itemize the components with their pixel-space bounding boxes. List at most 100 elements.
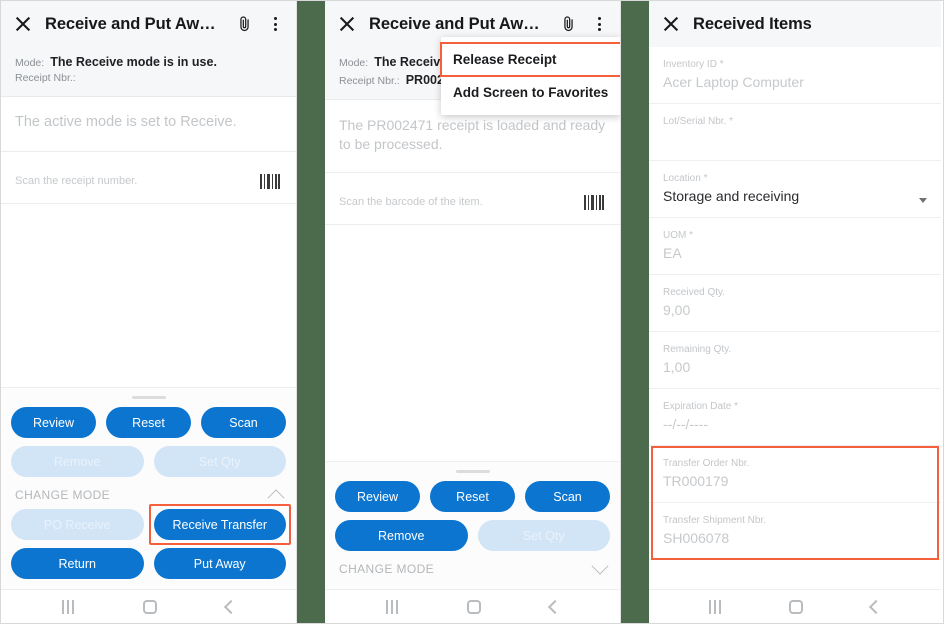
- overflow-menu-button-panel1[interactable]: [266, 14, 284, 34]
- phone-panel-3: Received Items Inventory ID * Acer Lapto…: [649, 1, 941, 623]
- mode-row-panel1: Mode: The Receive mode is in use.: [15, 53, 282, 71]
- overflow-menu-button-panel2[interactable]: [590, 14, 608, 34]
- close-button-panel1[interactable]: [13, 14, 33, 34]
- paperclip-icon: [564, 15, 573, 31]
- set-qty-button-panel2: Set Qty: [477, 520, 610, 551]
- sheet-grabber-panel1[interactable]: [131, 396, 166, 399]
- close-icon: [337, 14, 357, 34]
- recents-icon[interactable]: [709, 599, 721, 614]
- overflow-dropdown-menu: Release Receipt Add Screen to Favorites: [440, 37, 620, 115]
- paperclip-icon: [240, 15, 249, 31]
- screenshot-figure: Receive and Put Aw… Mode: The Receive mo…: [0, 0, 944, 624]
- field-value: --/--/----: [663, 415, 709, 432]
- form-row-location[interactable]: Location * Storage and receiving: [649, 161, 941, 218]
- kebab-menu-icon: [266, 14, 284, 34]
- recents-icon[interactable]: [61, 599, 74, 614]
- received-items-form: Inventory ID * Acer Laptop Computer Lot/…: [649, 47, 941, 589]
- po-receive-button-panel1: PO Receive: [11, 509, 144, 540]
- recents-icon[interactable]: [385, 599, 398, 614]
- phone-panel-2: Receive and Put Aw… Mode: The Receive Tr…: [325, 1, 621, 623]
- scan-input-row-panel2[interactable]: Scan the barcode of the item.: [325, 173, 620, 226]
- field-label: Transfer Order Nbr.: [663, 457, 750, 469]
- put-away-button-panel1[interactable]: Put Away: [153, 548, 286, 579]
- field-value: EA: [663, 244, 682, 261]
- page-title-panel3: Received Items: [693, 14, 812, 33]
- remove-button-panel1: Remove: [11, 446, 144, 477]
- change-mode-label-panel2: CHANGE MODE: [339, 562, 435, 576]
- form-row-received-qty[interactable]: Received Qty. 9,00: [649, 275, 941, 332]
- kebab-menu-icon: [590, 14, 608, 34]
- close-button-panel2[interactable]: [337, 14, 357, 34]
- page-title-panel2: Receive and Put Aw…: [369, 14, 540, 33]
- page-title-panel1: Receive and Put Aw…: [45, 14, 216, 33]
- set-qty-button-panel1: Set Qty: [153, 446, 286, 477]
- change-mode-header-panel1[interactable]: CHANGE MODE: [11, 485, 286, 509]
- field-label: Inventory ID *: [663, 58, 724, 70]
- scan-input-placeholder-panel2: Scan the barcode of the item.: [339, 196, 483, 209]
- back-icon[interactable]: [547, 599, 562, 614]
- home-icon[interactable]: [466, 599, 481, 614]
- form-row-expiration-date[interactable]: Expiration Date * --/--/----: [649, 389, 941, 446]
- secondary-action-row-panel1: Remove Set Qty: [11, 446, 286, 477]
- change-mode-header-panel2[interactable]: CHANGE MODE: [335, 557, 610, 583]
- field-label: Remaining Qty.: [663, 343, 732, 355]
- barcode-icon[interactable]: [260, 174, 282, 189]
- phone-panel-1: Receive and Put Aw… Mode: The Receive mo…: [1, 1, 297, 623]
- field-value: [663, 131, 927, 148]
- status-message-panel2: The PR002471 receipt is loaded and ready…: [339, 117, 606, 153]
- form-row-remaining-qty[interactable]: Remaining Qty. 1,00: [649, 332, 941, 389]
- home-icon[interactable]: [142, 599, 157, 614]
- message-area-panel1: The active mode is set to Receive.: [1, 97, 296, 152]
- close-button-panel3[interactable]: [661, 14, 681, 34]
- return-button-panel1[interactable]: Return: [11, 548, 144, 579]
- form-row-inventory-id[interactable]: Inventory ID * Acer Laptop Computer: [649, 47, 941, 104]
- scan-input-row-panel1[interactable]: Scan the receipt number.: [1, 152, 296, 204]
- mode-strip-panel1: Mode: The Receive mode is in use. Receip…: [1, 47, 296, 98]
- remove-button-panel2[interactable]: Remove: [335, 520, 468, 551]
- back-icon[interactable]: [868, 599, 884, 614]
- change-mode-label-panel1: CHANGE MODE: [15, 488, 111, 502]
- review-button-panel1[interactable]: Review: [11, 407, 96, 438]
- field-value: Acer Laptop Computer: [663, 73, 804, 90]
- receipt-row-panel1: Receipt Nbr.:: [15, 71, 282, 86]
- field-label: Expiration Date *: [663, 400, 739, 412]
- receive-transfer-highlight: Receive Transfer: [148, 504, 291, 545]
- review-button-panel2[interactable]: Review: [335, 481, 420, 512]
- field-value: TR000179: [663, 472, 729, 489]
- panel-divider-2: [621, 1, 649, 623]
- form-row-lot-serial-nbr[interactable]: Lot/Serial Nbr. *: [649, 104, 941, 161]
- field-label: UOM *: [663, 229, 693, 241]
- attach-button-panel2[interactable]: [559, 15, 578, 34]
- reset-button-panel1[interactable]: Reset: [106, 407, 191, 438]
- form-row-uom[interactable]: UOM * EA: [649, 218, 941, 275]
- action-sheet-panel1: Review Reset Scan Remove Set Qty CHANGE …: [1, 387, 296, 589]
- field-label: Location *: [663, 172, 708, 184]
- receipt-label-panel2: Receipt Nbr.:: [339, 75, 400, 88]
- scan-button-panel1[interactable]: Scan: [201, 407, 286, 438]
- form-row-transfer-shipment-nbr[interactable]: Transfer Shipment Nbr. SH006078: [649, 503, 941, 560]
- chevron-up-icon: [267, 489, 285, 507]
- scan-button-panel2[interactable]: Scan: [525, 481, 610, 512]
- attach-button-panel1[interactable]: [235, 15, 254, 34]
- panel-divider-1: [297, 1, 325, 623]
- action-sheet-panel2: Review Reset Scan Remove Set Qty CHANGE …: [325, 461, 620, 589]
- receive-transfer-button-panel1[interactable]: Receive Transfer: [153, 509, 286, 540]
- back-icon[interactable]: [223, 599, 238, 614]
- transfer-fields-highlight-group: Transfer Order Nbr. TR000179 Transfer Sh…: [649, 446, 941, 560]
- field-label: Received Qty.: [663, 286, 726, 298]
- menu-item-add-screen-to-favorites[interactable]: Add Screen to Favorites: [441, 76, 620, 109]
- home-icon[interactable]: [789, 599, 803, 614]
- app-bar-panel1: Receive and Put Aw…: [1, 1, 296, 47]
- field-label: Lot/Serial Nbr. *: [663, 115, 734, 127]
- barcode-icon[interactable]: [584, 195, 606, 211]
- secondary-action-row-panel2: Remove Set Qty: [335, 520, 610, 551]
- mode-label-panel1: Mode:: [15, 57, 45, 69]
- menu-item-release-receipt[interactable]: Release Receipt: [440, 42, 620, 77]
- field-value: SH006078: [663, 529, 730, 546]
- reset-button-panel2[interactable]: Reset: [430, 481, 515, 512]
- form-row-transfer-order-nbr[interactable]: Transfer Order Nbr. TR000179: [649, 446, 941, 503]
- android-nav-bar-panel1: [1, 589, 296, 623]
- chevron-down-icon[interactable]: [919, 198, 927, 203]
- sheet-grabber-panel2[interactable]: [455, 470, 490, 473]
- field-label: Transfer Shipment Nbr.: [663, 514, 767, 526]
